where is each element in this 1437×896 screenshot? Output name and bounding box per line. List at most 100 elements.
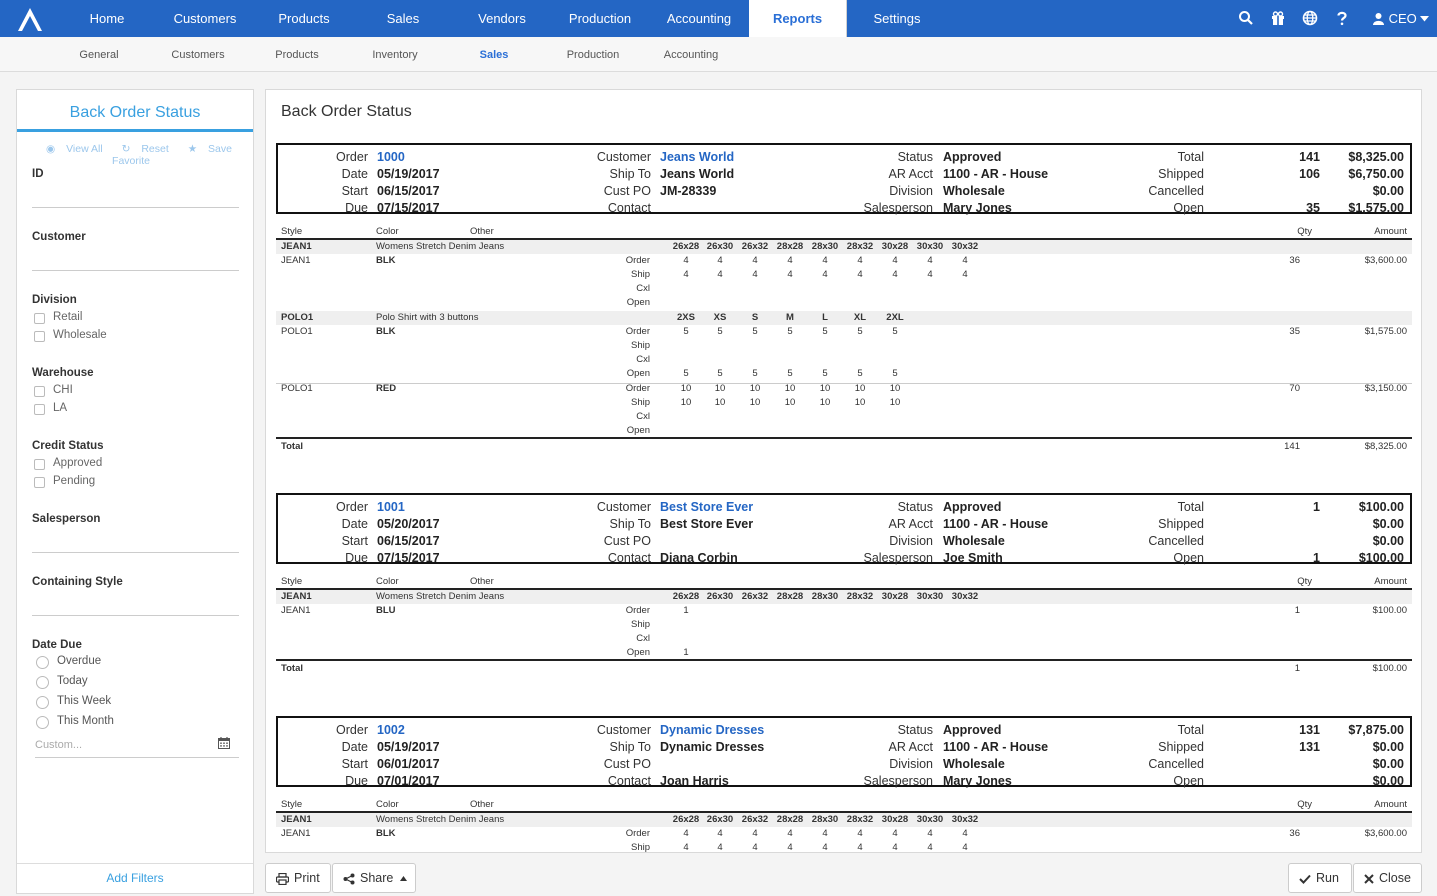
nav-sales[interactable]: Sales <box>370 0 436 37</box>
subnav-products[interactable]: Products <box>264 37 330 72</box>
line-color: BLK <box>376 828 396 839</box>
hdr-label-ship_to: Ship To <box>609 740 651 754</box>
cell-order: 5 <box>683 326 689 337</box>
reset-link[interactable]: ↻ Reset <box>118 143 173 155</box>
hdr-value-ar_acct: 1100 - AR - House <box>943 740 1049 754</box>
run-button[interactable]: Run <box>1288 863 1352 893</box>
hdr-open_amt: $1,575.00 <box>1348 201 1404 215</box>
app-logo[interactable] <box>14 5 46 33</box>
filter-salesperson-input[interactable] <box>32 539 239 553</box>
refresh-icon: ↻ <box>121 143 131 155</box>
col-amount: Amount <box>1374 799 1407 810</box>
view-all-link[interactable]: ◉ View All <box>42 143 107 155</box>
filter-customer-label: Customer <box>32 231 86 243</box>
subnav-sales[interactable]: Sales <box>466 37 522 72</box>
line-style: POLO1 <box>281 326 313 337</box>
hdr-label-status: Status <box>897 723 933 737</box>
hdr-value-customer[interactable]: Dynamic Dresses <box>660 723 764 737</box>
hdr-value-ar_acct: 1100 - AR - House <box>943 167 1049 181</box>
row-label-ship: Ship <box>630 397 650 408</box>
nav-production[interactable]: Production <box>560 0 640 37</box>
checkbox-la[interactable] <box>34 404 45 415</box>
checkbox-pending[interactable] <box>34 477 45 488</box>
line-style: JEAN1 <box>281 828 311 839</box>
cell-order: 5 <box>752 326 758 337</box>
hdr-label-ar_acct: AR Acct <box>888 167 933 181</box>
col-qty: Qty <box>1297 799 1312 810</box>
radio-this-month[interactable] <box>36 716 49 729</box>
line-color: BLK <box>376 326 396 337</box>
size-header: 28x32 <box>846 814 874 825</box>
user-menu[interactable]: CEO <box>1372 0 1430 37</box>
filter-id-input[interactable] <box>32 194 239 208</box>
print-label: Print <box>294 871 320 885</box>
hdr-label-status: Status <box>897 150 933 164</box>
gift-icon[interactable] <box>1270 10 1286 26</box>
nav-settings[interactable]: Settings <box>862 0 932 37</box>
hdr-value-customer[interactable]: Jeans World <box>660 150 734 164</box>
hdr-label-shipped: Shipped <box>1158 167 1204 181</box>
checkbox-chi[interactable] <box>34 386 45 397</box>
hdr-value-division: Wholesale <box>943 757 1005 771</box>
print-button[interactable]: Print <box>265 863 331 893</box>
subnav-inventory[interactable]: Inventory <box>362 37 428 72</box>
subnav-accounting[interactable]: Accounting <box>654 37 728 72</box>
nav-reports[interactable]: Reports <box>749 0 847 37</box>
hdr-value-cust_po: JM-28339 <box>660 184 717 198</box>
hdr-value-order[interactable]: 1001 <box>377 500 405 514</box>
cell-order: 5 <box>717 326 723 337</box>
hdr-value-order[interactable]: 1002 <box>377 723 405 737</box>
hdr-value-order[interactable]: 1000 <box>377 150 405 164</box>
cell-ship: 4 <box>787 842 793 853</box>
checkbox-wholesale[interactable] <box>34 331 45 342</box>
report-title: Back Order Status <box>281 103 412 120</box>
size-header: 30x32 <box>951 241 979 252</box>
checkbox-retail[interactable] <box>34 313 45 324</box>
cell-order: 5 <box>822 326 828 337</box>
size-header: S <box>751 312 759 323</box>
report-panel: Back Order Status Order Customer Status Tot… <box>265 89 1422 853</box>
search-icon[interactable] <box>1238 10 1254 26</box>
cell-ship: 10 <box>819 397 831 408</box>
help-icon[interactable] <box>1334 10 1350 26</box>
nav-accounting[interactable]: Accounting <box>659 0 739 37</box>
cell-order: 4 <box>962 828 968 839</box>
size-header: 28x32 <box>846 241 874 252</box>
line-amount: $100.00 <box>1372 605 1407 616</box>
hdr-value-customer[interactable]: Best Store Ever <box>660 500 753 514</box>
cell-ship: 10 <box>680 397 692 408</box>
col-amount: Amount <box>1374 226 1407 237</box>
filter-customer-input[interactable] <box>32 257 239 271</box>
cell-open: 5 <box>892 368 898 379</box>
share-button[interactable]: Share <box>332 863 416 893</box>
nav-vendors[interactable]: Vendors <box>468 0 536 37</box>
calendar-icon[interactable] <box>218 737 230 749</box>
globe-icon[interactable] <box>1302 10 1318 26</box>
radio-overdue[interactable] <box>36 656 49 669</box>
hdr-shipped_amt: $0.00 <box>1372 517 1404 531</box>
col-other: Other <box>470 799 494 810</box>
cell-ship: 4 <box>717 269 723 280</box>
nav-products[interactable]: Products <box>270 0 338 37</box>
cell-ship: 10 <box>749 397 761 408</box>
line-amount: $1,575.00 <box>1364 326 1407 337</box>
size-header: 28x30 <box>811 241 839 252</box>
nav-customers[interactable]: Customers <box>165 0 245 37</box>
hdr-value-start: 06/15/2017 <box>377 184 440 198</box>
nav-home[interactable]: Home <box>73 0 141 37</box>
radio-this-week[interactable] <box>36 696 49 709</box>
subnav-general[interactable]: General <box>66 37 132 72</box>
group-desc: Womens Stretch Denim Jeans <box>376 814 505 825</box>
custom-date-input[interactable]: Custom... <box>35 736 239 758</box>
checkbox-approved[interactable] <box>34 459 45 470</box>
grand-total-qty: 141 <box>1284 441 1300 452</box>
filter-style-input[interactable] <box>32 602 239 616</box>
subnav-customers[interactable]: Customers <box>160 37 236 72</box>
close-button[interactable]: Close <box>1353 863 1422 893</box>
radio-today[interactable] <box>36 676 49 689</box>
size-header: 26x32 <box>741 814 769 825</box>
cell-ship: 4 <box>752 842 758 853</box>
subnav-production[interactable]: Production <box>556 37 630 72</box>
hdr-label-ar_acct: AR Acct <box>888 740 933 754</box>
add-filters-button[interactable]: Add Filters <box>17 863 253 894</box>
